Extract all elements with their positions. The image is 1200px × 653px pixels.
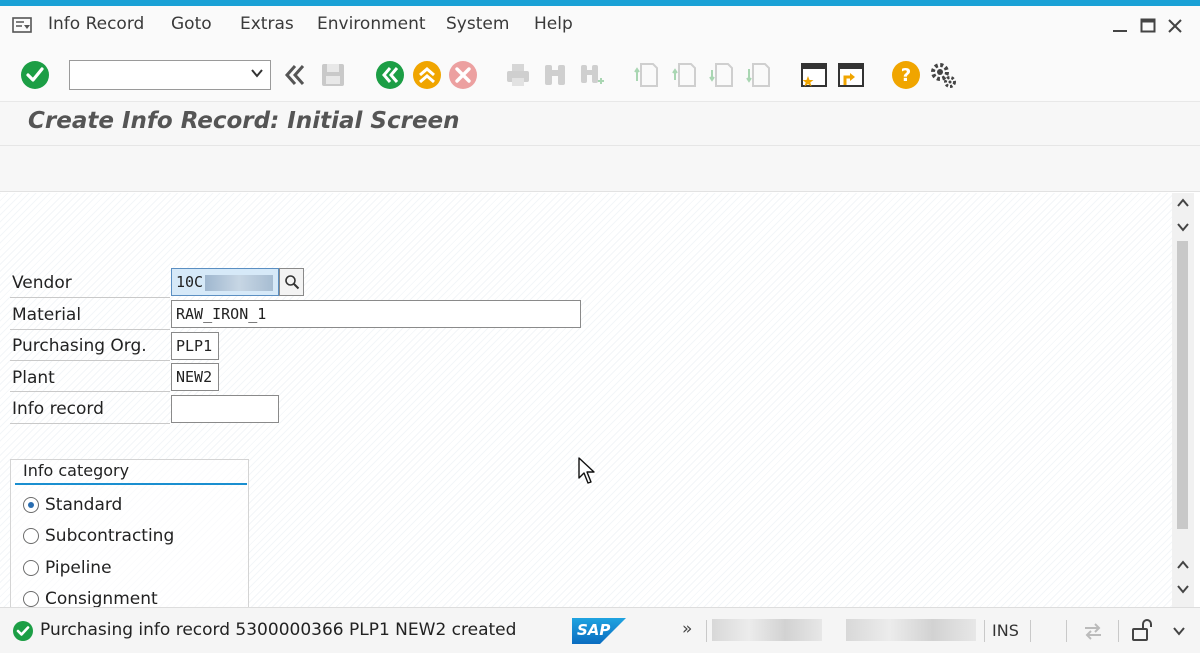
purchasing-org-label-underline <box>10 360 170 361</box>
vendor-search-help-button[interactable] <box>279 268 304 296</box>
vendor-label-underline <box>10 297 170 298</box>
unlock-icon[interactable] <box>1130 618 1154 642</box>
radio-unselected-icon[interactable] <box>23 560 39 576</box>
radio-pipeline[interactable]: Pipeline <box>23 558 112 578</box>
info-category-title: Info category <box>23 461 130 480</box>
first-page-icon[interactable] <box>632 60 662 90</box>
plant-field[interactable]: NEW2 <box>171 363 219 391</box>
settings-icon[interactable] <box>928 60 958 90</box>
vendor-value: 10C <box>176 273 204 291</box>
material-label: Material <box>12 305 82 325</box>
scroll-down-icon[interactable] <box>1176 583 1190 599</box>
save-icon[interactable] <box>318 60 348 90</box>
screen-title-bar: Create Info Record: Initial Screen <box>0 102 1200 146</box>
mouse-cursor-icon <box>578 457 595 484</box>
redacted-block <box>205 274 274 291</box>
last-page-icon[interactable] <box>744 60 774 90</box>
status-separator <box>984 620 985 642</box>
info-category-group: Info category Standard Subcontracting Pi… <box>10 459 249 607</box>
maximize-icon[interactable] <box>1140 16 1156 39</box>
radio-label-subcontracting: Subcontracting <box>45 526 175 546</box>
main-content: Vendor 10C Material RAW_IRON_1 Purchasin… <box>0 193 1172 607</box>
previous-page-icon[interactable] <box>670 60 700 90</box>
menu-goto[interactable]: Goto <box>171 14 212 34</box>
menu-system[interactable]: System <box>446 14 509 34</box>
scrollbar-thumb[interactable] <box>1177 241 1188 529</box>
enter-icon[interactable] <box>20 60 50 90</box>
radio-subcontracting[interactable]: Subcontracting <box>23 526 174 546</box>
status-separator <box>1066 620 1067 642</box>
status-separator <box>1030 620 1031 642</box>
page-title: Create Info Record: Initial Screen <box>28 108 460 134</box>
sap-logo-text: SAP <box>577 621 611 639</box>
radio-unselected-icon[interactable] <box>23 528 39 544</box>
connection-icon <box>1085 623 1101 640</box>
menu-info-record[interactable]: Info Record <box>48 14 144 34</box>
insert-mode-indicator[interactable]: INS <box>992 621 1019 640</box>
info-record-label: Info record <box>12 399 104 419</box>
menu-environment[interactable]: Environment <box>317 14 426 34</box>
chevron-down-icon[interactable] <box>250 66 264 84</box>
search-icon <box>284 275 299 290</box>
create-session-icon[interactable] <box>799 60 829 90</box>
standard-toolbar: ? <box>0 46 1200 102</box>
menu-help[interactable]: Help <box>534 14 573 34</box>
radio-label-standard: Standard <box>45 495 123 515</box>
material-field[interactable]: RAW_IRON_1 <box>171 300 581 328</box>
radio-label-pipeline: Pipeline <box>45 558 112 578</box>
radio-selected-icon[interactable] <box>23 497 39 513</box>
scroll-up-icon[interactable] <box>1176 559 1190 575</box>
plant-label-underline <box>10 391 170 392</box>
vertical-scrollbar[interactable] <box>1172 193 1194 607</box>
scroll-up-icon[interactable] <box>1176 197 1190 213</box>
status-separator <box>706 620 707 642</box>
back-icon[interactable] <box>375 60 405 90</box>
shortcut-icon[interactable] <box>836 60 866 90</box>
menu-bar: Info Record Goto Extras Environment Syst… <box>0 6 1200 46</box>
find-icon[interactable] <box>540 60 570 90</box>
plant-label: Plant <box>12 368 55 388</box>
close-icon[interactable] <box>1167 16 1183 39</box>
vendor-label: Vendor <box>12 273 72 293</box>
minimize-icon[interactable] <box>1112 16 1128 39</box>
status-options-icon[interactable] <box>1172 622 1186 641</box>
info-record-label-underline <box>10 423 170 424</box>
radio-standard[interactable]: Standard <box>23 495 122 515</box>
radio-consignment[interactable]: Consignment <box>23 589 158 607</box>
expand-status-button[interactable]: » <box>682 619 692 639</box>
sap-logo: SAP <box>572 618 626 644</box>
find-next-icon[interactable] <box>577 60 607 90</box>
exit-icon[interactable] <box>412 60 442 90</box>
server-info-redacted <box>846 619 976 641</box>
scroll-down-icon[interactable] <box>1176 221 1190 237</box>
menu-toggle-icon[interactable] <box>12 16 32 34</box>
purchasing-org-label: Purchasing Org. <box>12 336 147 356</box>
info-record-field[interactable] <box>171 395 279 423</box>
system-info-redacted <box>712 619 822 641</box>
radio-label-consignment: Consignment <box>45 589 158 607</box>
status-message[interactable]: Purchasing info record 5300000366 PLP1 N… <box>40 620 516 640</box>
vendor-field[interactable]: 10C <box>171 268 279 296</box>
material-label-underline <box>10 329 170 330</box>
command-field[interactable] <box>69 60 271 90</box>
help-icon[interactable]: ? <box>891 60 921 90</box>
status-bar: Purchasing info record 5300000366 PLP1 N… <box>0 607 1200 653</box>
svg-text:?: ? <box>901 65 911 86</box>
success-icon <box>13 621 33 641</box>
cancel-icon[interactable] <box>448 60 478 90</box>
application-toolbar <box>0 146 1200 192</box>
menu-extras[interactable]: Extras <box>240 14 294 34</box>
status-separator <box>1118 620 1119 642</box>
radio-unselected-icon[interactable] <box>23 591 39 607</box>
next-page-icon[interactable] <box>707 60 737 90</box>
purchasing-org-field[interactable]: PLP1 <box>171 332 219 360</box>
group-title-underline <box>15 483 247 485</box>
back-double-icon[interactable] <box>280 60 310 90</box>
print-icon[interactable] <box>503 60 533 90</box>
